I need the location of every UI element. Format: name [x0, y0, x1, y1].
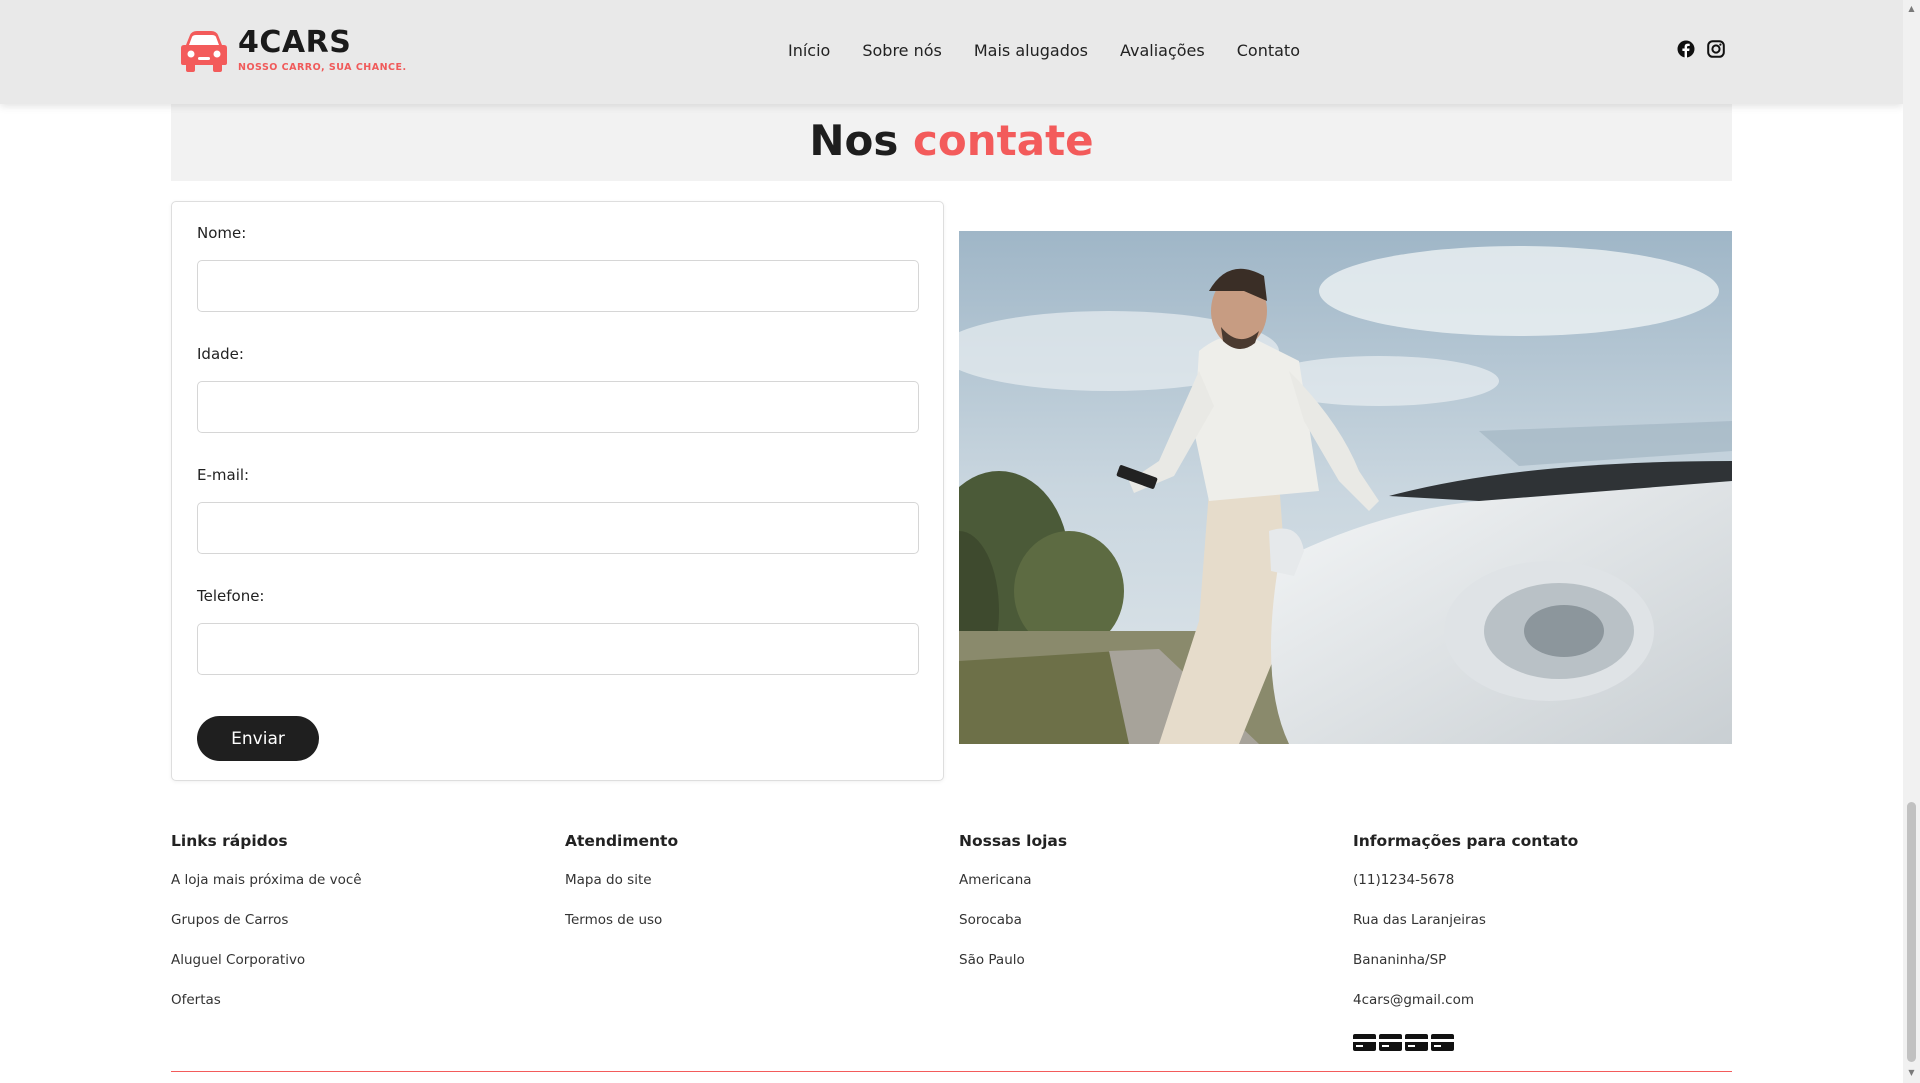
footer-heading: Atendimento: [565, 832, 679, 850]
credit-card-icon: [1405, 1034, 1428, 1051]
footer-link[interactable]: São Paulo: [959, 952, 1339, 992]
name-field[interactable]: [197, 260, 919, 312]
footer-column-service: Atendimento Mapa do site Termos de uso: [565, 832, 945, 952]
footer-link[interactable]: Ofertas: [171, 992, 551, 1032]
title-main: Nos: [809, 116, 899, 165]
facebook-icon[interactable]: [1677, 40, 1695, 58]
footer-link[interactable]: Mapa do site: [565, 872, 945, 912]
nav-item-sobre-nos[interactable]: Sobre nós: [862, 41, 942, 60]
footer-link[interactable]: Termos de uso: [565, 912, 945, 952]
credit-card-icon: [1431, 1034, 1454, 1051]
footer-link[interactable]: Aluguel Corporativo: [171, 952, 551, 992]
footer-link[interactable]: Sorocaba: [959, 912, 1339, 952]
footer-link[interactable]: Americana: [959, 872, 1339, 912]
contact-city: Bananinha/SP: [1353, 952, 1447, 968]
page-viewport: 4CARS NOSSO CARRO, SUA CHANCE. Início So…: [0, 0, 1903, 1083]
send-button[interactable]: Enviar: [197, 716, 319, 761]
contact-phone: (11)1234-5678: [1353, 872, 1455, 888]
contact-street: Rua das Laranjeiras: [1353, 912, 1486, 928]
contact-form: Nome: Idade: E-mail: Telefone: Enviar: [171, 201, 944, 781]
page-scrollbar[interactable]: ▲ ▼: [1903, 0, 1920, 1083]
instagram-icon[interactable]: [1707, 40, 1725, 58]
brand-tagline: NOSSO CARRO, SUA CHANCE.: [238, 62, 407, 73]
email-label: E-mail:: [197, 466, 250, 484]
nav-item-inicio[interactable]: Início: [788, 41, 830, 60]
footer-divider: [171, 1071, 1732, 1072]
nav-item-avaliacoes[interactable]: Avaliações: [1120, 41, 1205, 60]
brand-name: 4CARS: [238, 25, 352, 60]
scrollbar-thumb[interactable]: [1907, 802, 1916, 1062]
scroll-up-icon[interactable]: ▲: [1907, 4, 1916, 13]
footer-column-contact-info: Informações para contato (11)1234-5678 R…: [1353, 832, 1733, 1051]
social-links: [1677, 40, 1725, 58]
nav-item-contato[interactable]: Contato: [1237, 41, 1300, 60]
main-nav: Início Sobre nós Mais alugados Avaliaçõe…: [788, 41, 1300, 60]
phone-label: Telefone:: [197, 587, 265, 605]
footer-heading: Nossas lojas: [959, 832, 1068, 850]
age-field[interactable]: [197, 381, 919, 433]
phone-field[interactable]: [197, 623, 919, 675]
footer-heading: Links rápidos: [171, 832, 288, 850]
footer-column-stores: Nossas lojas Americana Sorocaba São Paul…: [959, 832, 1339, 992]
footer-column-quick-links: Links rápidos A loja mais próxima de voc…: [171, 832, 551, 1032]
site-header: 4CARS NOSSO CARRO, SUA CHANCE. Início So…: [0, 0, 1903, 104]
credit-card-icon: [1353, 1034, 1376, 1051]
footer-heading: Informações para contato: [1353, 832, 1579, 850]
footer-link[interactable]: Grupos de Carros: [171, 912, 551, 952]
title-accent: contate: [913, 116, 1094, 165]
footer-link[interactable]: A loja mais próxima de você: [171, 872, 551, 912]
man-with-car-photo: [959, 231, 1732, 744]
scroll-down-icon[interactable]: ▼: [1907, 1068, 1916, 1077]
brand-logo[interactable]: 4CARS NOSSO CARRO, SUA CHANCE.: [180, 28, 407, 73]
age-label: Idade:: [197, 345, 244, 363]
footer-bottom-edge: [171, 1076, 1732, 1083]
section-title: Nos contate: [171, 116, 1732, 165]
credit-card-icon: [1379, 1034, 1402, 1051]
contact-email[interactable]: 4cars@gmail.com: [1353, 992, 1733, 1032]
car-logo-icon: [180, 29, 228, 73]
payment-methods: [1353, 1034, 1733, 1051]
nav-item-mais-alugados[interactable]: Mais alugados: [974, 41, 1088, 60]
contact-title-band: Nos contate: [171, 104, 1732, 181]
name-label: Nome:: [197, 224, 247, 242]
email-field[interactable]: [197, 502, 919, 554]
